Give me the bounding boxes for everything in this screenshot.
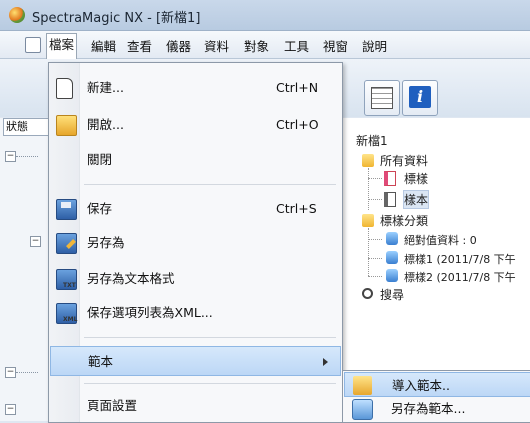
submenu-item-label: 另存為範本...: [391, 401, 466, 416]
tree-connector: [368, 258, 382, 260]
document-icon[interactable]: [25, 37, 41, 53]
menu-item-label: 保存: [87, 201, 113, 216]
submenu-item-import-template[interactable]: 導入範本..: [344, 372, 530, 397]
tree-connector: [368, 276, 382, 278]
menu-item-label: 範本: [88, 354, 114, 369]
menu-tools[interactable]: 工具: [281, 36, 312, 55]
data-set-icon: [386, 269, 398, 282]
menu-edit[interactable]: 編輯: [88, 36, 119, 55]
tree-standard2[interactable]: 標樣2 (2011/7/8 下午: [404, 269, 516, 285]
menu-bar: 檔案 編輯 查看 儀器 資料 對象 工具 視窗 說明: [0, 31, 530, 59]
tree-standard1[interactable]: 標樣1 (2011/7/8 下午: [404, 251, 516, 267]
menu-instrument[interactable]: 儀器: [163, 36, 194, 55]
grid-view-button[interactable]: [364, 80, 400, 116]
new-document-icon: [56, 78, 73, 99]
tree-root[interactable]: 新檔1: [356, 132, 388, 149]
menu-item-page-setup[interactable]: 頁面設置: [50, 391, 341, 421]
tree-connector: [16, 156, 38, 158]
menu-item-label: 另存為: [87, 235, 125, 250]
menu-item-label: 新建...: [87, 80, 124, 95]
template-submenu: 導入範本.. 另存為範本...: [342, 370, 530, 423]
save-template-icon: [352, 399, 373, 420]
tree-connector: [368, 178, 382, 180]
menu-item-close[interactable]: 關閉: [50, 145, 341, 175]
save-icon: [56, 199, 77, 220]
menu-item-save-as[interactable]: 另存為: [50, 228, 341, 258]
tree-search[interactable]: 搜尋: [380, 286, 404, 303]
tree-absolute-data[interactable]: 絕對值資料 : 0: [404, 232, 477, 248]
menu-object[interactable]: 對象: [241, 36, 272, 55]
shortcut-label: Ctrl+N: [276, 80, 319, 95]
file-menu-dropdown: 新建... Ctrl+N 開啟... Ctrl+O 關閉 保存 Ctrl+S 另…: [48, 62, 343, 423]
menu-item-save[interactable]: 保存 Ctrl+S: [50, 194, 341, 224]
data-set-icon: [386, 232, 398, 245]
save-as-text-icon: TXT: [56, 269, 77, 290]
import-template-icon: [353, 376, 372, 395]
menu-item-template[interactable]: 範本: [50, 346, 341, 376]
submenu-item-save-as-template[interactable]: 另存為範本...: [344, 396, 530, 421]
tree-connector: [368, 228, 369, 276]
search-icon: [362, 288, 373, 299]
shortcut-label: Ctrl+O: [276, 117, 319, 132]
menu-window[interactable]: 視窗: [320, 36, 351, 55]
menu-item-label: 保存選項列表為XML...: [87, 305, 213, 320]
tree-connector: [368, 199, 382, 201]
folder-icon: [362, 154, 374, 167]
menu-item-new[interactable]: 新建... Ctrl+N: [50, 73, 341, 103]
menu-item-label: 另存為文本格式: [87, 271, 175, 286]
menu-separator: [84, 184, 336, 185]
tree-connector: [16, 372, 38, 374]
standard-page-icon: [384, 171, 396, 186]
menu-view[interactable]: 查看: [124, 36, 155, 55]
tree-connector: [368, 168, 369, 210]
menu-separator: [84, 337, 336, 338]
window-title: SpectraMagic NX - [新檔1]: [32, 11, 201, 26]
menu-item-label: 頁面設置: [87, 398, 138, 413]
menu-help[interactable]: 說明: [359, 36, 390, 55]
menu-item-label: 關閉: [87, 152, 113, 167]
shortcut-label: Ctrl+S: [276, 201, 317, 216]
grid-icon: [371, 87, 393, 109]
save-as-icon: [56, 233, 77, 254]
save-xml-icon: XML: [56, 303, 77, 324]
menu-separator: [84, 383, 336, 384]
info-icon: i: [409, 86, 431, 108]
info-button[interactable]: i: [402, 80, 438, 116]
app-logo-icon: [9, 7, 25, 23]
menu-item-label: 開啟...: [87, 117, 124, 132]
submenu-arrow-icon: [323, 358, 328, 366]
menu-item-open[interactable]: 開啟... Ctrl+O: [50, 110, 341, 140]
tree-sample[interactable]: 樣本: [402, 190, 430, 209]
menu-item-save-as-text[interactable]: TXT 另存為文本格式: [50, 264, 341, 294]
expand-toggle-icon[interactable]: −: [5, 151, 16, 162]
data-set-icon: [386, 251, 398, 264]
tree-standard-classification[interactable]: 標樣分類: [380, 212, 428, 229]
submenu-item-label: 導入範本..: [392, 378, 450, 393]
expand-toggle-icon[interactable]: −: [5, 404, 16, 415]
menu-data[interactable]: 資料: [201, 36, 232, 55]
tree-standard[interactable]: 標樣: [404, 170, 428, 187]
menu-item-save-list-xml[interactable]: XML 保存選項列表為XML...: [50, 298, 341, 328]
expand-toggle-icon[interactable]: −: [5, 367, 16, 378]
tree-all-data[interactable]: 所有資料: [380, 152, 428, 169]
classification-folder-icon: [362, 214, 374, 227]
title-bar: SpectraMagic NX - [新檔1]: [0, 0, 530, 31]
tree-connector: [368, 239, 382, 241]
sample-page-icon: [384, 192, 396, 207]
open-folder-icon: [56, 115, 77, 136]
menu-file[interactable]: 檔案: [46, 33, 78, 59]
expand-toggle-icon[interactable]: −: [30, 236, 41, 247]
